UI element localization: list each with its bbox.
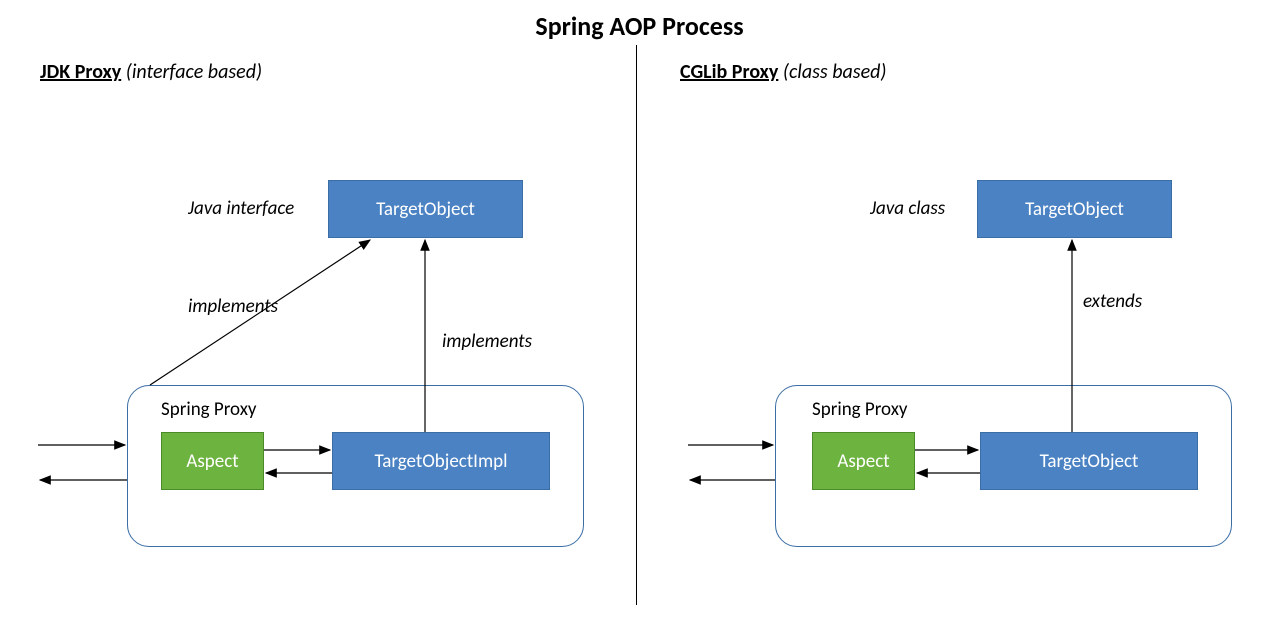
jdk-proxy-subtitle: (interface based) bbox=[126, 60, 262, 84]
aspect-box-left: Aspect bbox=[161, 432, 264, 490]
target-object-box-right: TargetObject bbox=[977, 180, 1172, 238]
implements-label-2: implements bbox=[442, 330, 532, 353]
jdk-proxy-label: JDK Proxy bbox=[40, 60, 121, 84]
aspect-text-right: Aspect bbox=[837, 450, 889, 473]
implements-label-1: implements bbox=[188, 295, 278, 318]
aspect-box-right: Aspect bbox=[812, 432, 915, 490]
java-interface-label: Java interface bbox=[188, 197, 294, 220]
target-object-text-left: TargetObject bbox=[376, 198, 475, 221]
vertical-divider bbox=[636, 45, 637, 605]
diagram-title: Spring AOP Process bbox=[0, 10, 1279, 42]
aspect-text-left: Aspect bbox=[186, 450, 238, 473]
spring-proxy-label-right: Spring Proxy bbox=[812, 398, 908, 421]
target-object-box-left: TargetObject bbox=[328, 180, 523, 238]
target-object-impl-text: TargetObjectImpl bbox=[374, 450, 507, 473]
spring-proxy-label-left: Spring Proxy bbox=[161, 398, 257, 421]
target-object-impl-box: TargetObjectImpl bbox=[332, 432, 550, 490]
extends-label: extends bbox=[1083, 290, 1142, 313]
cglib-proxy-header: CGLib Proxy (class based) bbox=[680, 60, 886, 84]
cglib-proxy-label: CGLib Proxy bbox=[680, 60, 778, 84]
target-object-text-right2: TargetObject bbox=[1040, 450, 1139, 473]
target-object-box-right2: TargetObject bbox=[980, 432, 1198, 490]
jdk-proxy-header: JDK Proxy (interface based) bbox=[40, 60, 262, 84]
target-object-text-right: TargetObject bbox=[1025, 198, 1124, 221]
cglib-proxy-subtitle: (class based) bbox=[783, 60, 887, 84]
java-class-label: Java class bbox=[870, 197, 945, 220]
